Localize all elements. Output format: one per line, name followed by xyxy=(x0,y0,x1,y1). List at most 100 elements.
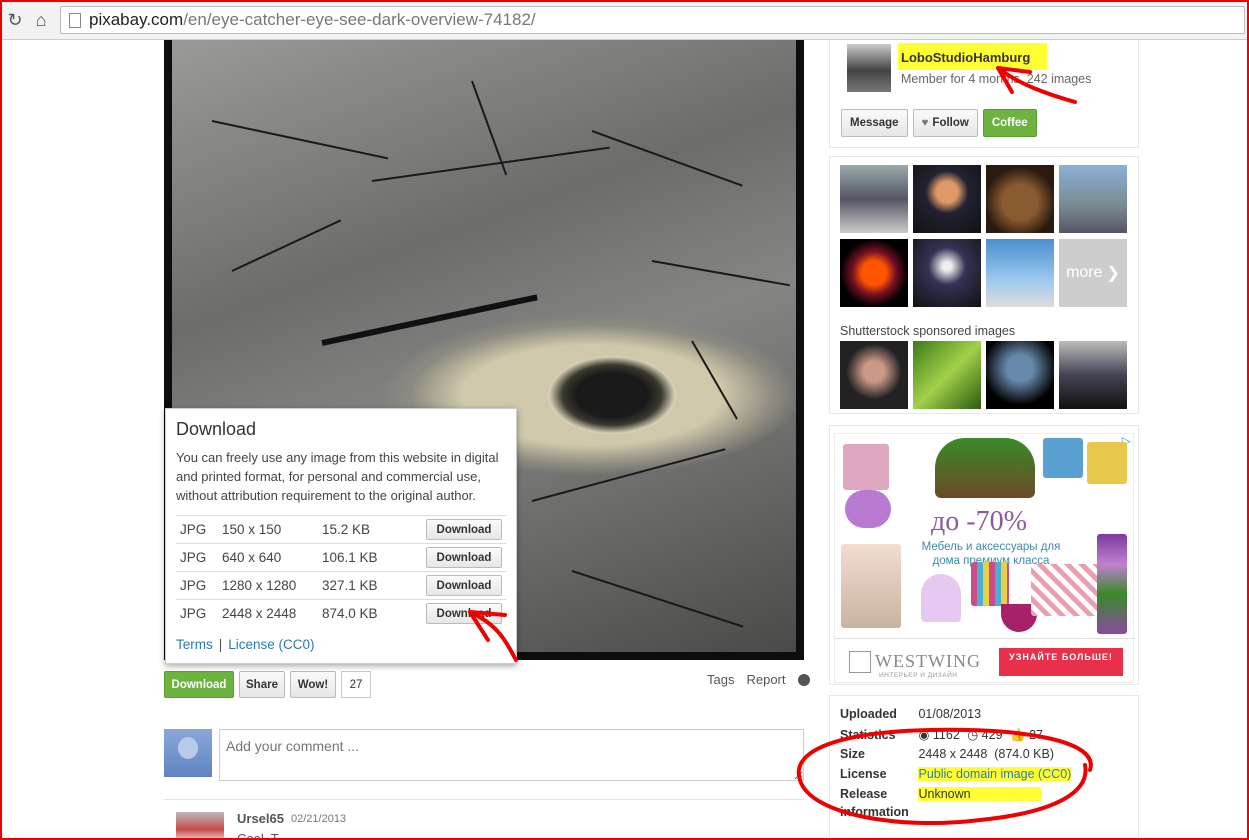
download-1280-button[interactable]: Download xyxy=(426,575,502,596)
release-label-2: information xyxy=(840,805,909,819)
ad-cta-button[interactable]: УЗНАЙТЕ БОЛЬШЕ! xyxy=(999,648,1123,676)
related-thumb[interactable] xyxy=(913,165,981,233)
ad-brand-sub: ИНТЕРЬЕР И ДИЗАЙН xyxy=(879,672,958,679)
download-150-button[interactable]: Download xyxy=(426,519,502,540)
terms-link[interactable]: Terms xyxy=(176,637,213,652)
tags-report: Tags Report xyxy=(707,672,810,687)
address-bar[interactable]: pixabay.com/en/eye-catcher-eye-see-dark-… xyxy=(60,6,1245,34)
user-avatar[interactable] xyxy=(847,44,891,92)
download-popup: Download You can freely use any image fr… xyxy=(165,408,517,664)
eye-icon: ◉ xyxy=(918,728,930,742)
reload-icon[interactable]: ↻ xyxy=(4,9,26,31)
sponsored-thumb[interactable] xyxy=(1059,341,1127,409)
follow-label: Follow xyxy=(932,117,969,129)
home-icon[interactable]: ⌂ xyxy=(30,9,52,31)
heart-icon: ♥ xyxy=(921,117,929,129)
ad-product-image xyxy=(1097,534,1127,634)
westwing-logo-icon xyxy=(849,651,871,673)
license-value[interactable]: Public domain image (CC0) xyxy=(918,767,1072,781)
comment-user[interactable]: Ursel65 xyxy=(237,811,284,826)
sponsored-thumb[interactable] xyxy=(913,341,981,409)
more-label: more xyxy=(1066,264,1103,281)
file-size: 106.1 KB xyxy=(322,550,378,565)
image-actions: Download Share Wow! 27 xyxy=(164,671,371,698)
ad-product-image xyxy=(845,490,891,528)
file-size: 874.0 KB xyxy=(322,606,378,621)
download-icon: ◷ xyxy=(967,728,979,742)
user-name[interactable]: LoboStudioHamburg xyxy=(901,50,1030,65)
ad-product-image xyxy=(1087,442,1127,484)
wow-button[interactable]: Wow! xyxy=(290,671,336,698)
download-2448-button[interactable]: Download xyxy=(426,603,502,624)
format: JPG xyxy=(180,606,207,621)
page-icon xyxy=(69,12,81,28)
related-thumb[interactable] xyxy=(986,165,1054,233)
license-row: License Public domain image (CC0) xyxy=(840,767,1072,781)
related-thumb[interactable] xyxy=(840,165,908,233)
chevron-right-icon: ❯ xyxy=(1106,265,1120,282)
release-row: Release Unknown xyxy=(840,787,1041,801)
more-images-button[interactable]: more ❯ xyxy=(1059,239,1127,307)
dimensions: 2448 x 2448 xyxy=(222,606,297,621)
ad-brand: WESTWING xyxy=(875,651,981,671)
ad-discount: до -70% xyxy=(931,506,1027,537)
file-size: 15.2 KB xyxy=(322,522,371,537)
downloads-count: 429 xyxy=(981,728,1003,742)
release-value: Unknown xyxy=(918,787,1041,801)
report-icon[interactable] xyxy=(797,673,810,686)
size-value: 2448 x 2448 (874.0 KB) xyxy=(918,747,1054,761)
ad-product-image xyxy=(843,444,889,490)
dimensions: 640 x 640 xyxy=(222,550,282,565)
views-count: 1162 xyxy=(932,728,960,742)
advertisement[interactable]: ▷ до -70% Мебель и аксессуары для дома п… xyxy=(829,425,1139,685)
ad-banner[interactable]: ▷ до -70% Мебель и аксессуары для дома п… xyxy=(834,433,1135,684)
related-thumb[interactable] xyxy=(840,239,908,307)
format: JPG xyxy=(180,522,207,537)
release-row-2: information xyxy=(840,805,915,819)
download-option-row: JPG 640 x 640 106.1 KB Download xyxy=(176,543,506,571)
statistics-values: ◉ 1162 ◷ 429 👍 27 xyxy=(918,727,1043,743)
license-link[interactable]: License (CC0) xyxy=(228,637,314,652)
comment-avatar[interactable] xyxy=(176,812,224,840)
link-separator: | xyxy=(218,637,223,652)
likes-count: 27 xyxy=(1029,728,1043,742)
statistics-row: Statistics ◉ 1162 ◷ 429 👍 27 xyxy=(840,727,1043,743)
ad-product-image xyxy=(971,562,1009,606)
download-option-row: JPG 150 x 150 15.2 KB Download xyxy=(176,515,506,543)
follow-button[interactable]: ♥ Follow xyxy=(912,109,978,137)
coffee-button[interactable]: Coffee xyxy=(982,109,1037,137)
license-label: License xyxy=(840,767,887,781)
ad-product-image xyxy=(841,544,901,628)
uploaded-value: 01/08/2013 xyxy=(918,707,982,721)
related-thumb[interactable] xyxy=(986,239,1054,307)
url-host: pixabay.com xyxy=(89,10,184,29)
size-label: Size xyxy=(840,747,866,761)
ad-product-image xyxy=(921,574,961,622)
comment-input[interactable] xyxy=(219,729,804,781)
ad-product-image xyxy=(1043,438,1083,478)
share-button[interactable]: Share xyxy=(239,671,285,698)
url-path: /en/eye-catcher-eye-see-dark-overview-74… xyxy=(183,10,536,29)
sponsored-thumb[interactable] xyxy=(986,341,1054,409)
release-label: Release xyxy=(840,787,888,801)
download-option-row: JPG 2448 x 2448 874.0 KB Download xyxy=(176,599,506,627)
message-button[interactable]: Message xyxy=(841,109,908,137)
file-size: 327.1 KB xyxy=(322,578,378,593)
tags-link[interactable]: Tags xyxy=(707,672,734,687)
sponsored-thumb[interactable] xyxy=(840,341,908,409)
download-640-button[interactable]: Download xyxy=(426,547,502,568)
download-option-row: JPG 1280 x 1280 327.1 KB Download xyxy=(176,571,506,599)
image-info: Uploaded 01/08/2013 Statistics ◉ 1162 ◷ … xyxy=(829,695,1139,840)
avatar xyxy=(164,729,212,777)
format: JPG xyxy=(180,578,207,593)
statistics-label: Statistics xyxy=(840,728,896,742)
comment-text: Cool, T... xyxy=(237,831,289,840)
report-link[interactable]: Report xyxy=(746,672,785,687)
format: JPG xyxy=(180,550,207,565)
related-thumb[interactable] xyxy=(1059,165,1127,233)
ad-footer: WESTWING ИНТЕРЬЕР И ДИЗАЙН УЗНАЙТЕ БОЛЬШ… xyxy=(835,638,1135,684)
browser-toolbar: ↻ ⌂ pixabay.com/en/eye-catcher-eye-see-d… xyxy=(0,0,1249,40)
related-thumb[interactable] xyxy=(913,239,981,307)
download-button[interactable]: Download xyxy=(164,671,234,698)
dimensions: 150 x 150 xyxy=(222,522,282,537)
